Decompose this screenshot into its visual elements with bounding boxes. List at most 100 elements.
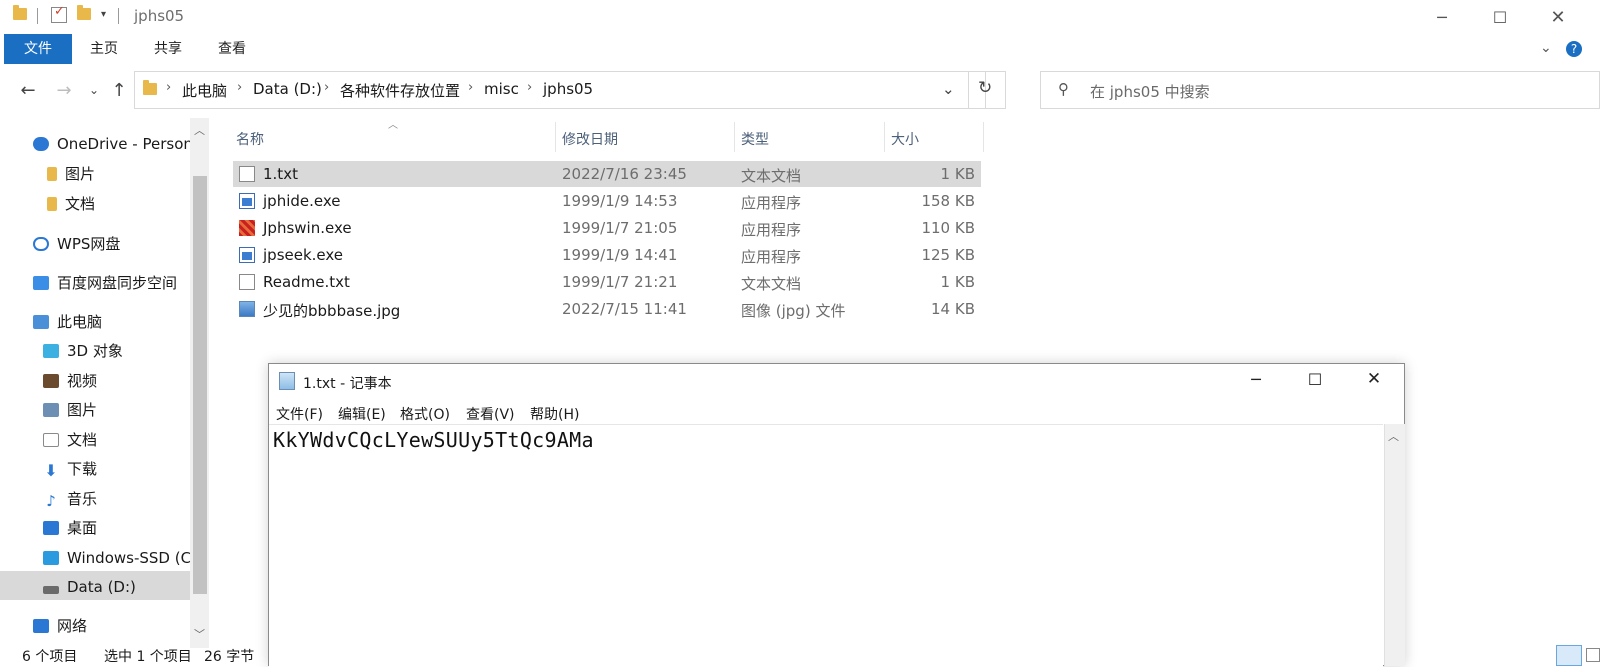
nav-item-label: 网络	[57, 617, 88, 635]
customize-quick-access-icon[interactable]: ▾	[101, 9, 106, 20]
nav-item-label: 文档	[65, 195, 96, 213]
new-folder-icon[interactable]	[77, 5, 91, 22]
exe-icon	[239, 247, 255, 263]
address-dropdown-chevron-icon[interactable]: ⌄	[942, 80, 955, 98]
breadcrumb-this-pc[interactable]: 此电脑	[182, 80, 227, 101]
menu-help[interactable]: 帮助(H)	[530, 404, 579, 424]
column-header-type[interactable]: 类型	[741, 129, 769, 149]
file-row[interactable]: 1.txt 2022/7/16 23:45 文本文档 1 KB	[233, 161, 981, 187]
close-icon[interactable]: ✕	[1345, 364, 1403, 394]
file-name: Readme.txt	[263, 273, 350, 291]
breadcrumb-jphs05[interactable]: jphs05	[543, 80, 593, 98]
nav-item-3d-objects[interactable]: 3D 对象	[43, 338, 123, 364]
minimize-icon[interactable]: ─	[1227, 364, 1285, 394]
computer-icon	[33, 315, 49, 329]
menu-view[interactable]: 查看(V)	[466, 404, 515, 424]
search-placeholder[interactable]: 在 jphs05 中搜索	[1090, 81, 1210, 102]
nav-scrollbar-thumb[interactable]	[193, 176, 207, 594]
chevron-right-icon[interactable]: ›	[468, 80, 473, 95]
window-title: jphs05	[134, 7, 185, 25]
notepad-scrollbar[interactable]	[1384, 424, 1405, 666]
tab-view[interactable]: 查看	[200, 34, 264, 64]
nav-item-wps-cloud[interactable]: WPS网盘	[33, 231, 120, 257]
maximize-icon[interactable]: ☐	[1471, 0, 1529, 34]
scroll-up-arrow-icon[interactable]: ︿	[1388, 428, 1399, 444]
nav-item-onedrive[interactable]: OneDrive - Person	[33, 131, 193, 157]
tab-share[interactable]: 共享	[136, 34, 200, 64]
image-file-icon	[239, 301, 255, 317]
chevron-right-icon[interactable]: ›	[324, 80, 329, 95]
scroll-up-arrow-icon[interactable]: ︿	[194, 122, 205, 138]
file-name: jphide.exe	[263, 192, 341, 210]
large-icons-view-icon[interactable]	[1586, 648, 1600, 662]
column-header-date[interactable]: 修改日期	[562, 129, 618, 149]
menu-edit[interactable]: 编辑(E)	[338, 404, 386, 424]
details-view-icon[interactable]	[1556, 645, 1582, 666]
network-icon	[33, 619, 49, 633]
breadcrumb-misc[interactable]: misc	[484, 80, 519, 98]
maximize-icon[interactable]: ☐	[1286, 364, 1344, 394]
column-divider[interactable]	[555, 122, 556, 152]
menu-format[interactable]: 格式(O)	[400, 404, 450, 424]
file-row[interactable]: jpseek.exe 1999/1/9 14:41 应用程序 125 KB	[233, 242, 981, 268]
breadcrumb-software-folder[interactable]: 各种软件存放位置	[340, 80, 460, 101]
close-icon[interactable]: ✕	[1529, 0, 1587, 34]
chevron-right-icon[interactable]: ›	[166, 80, 171, 95]
nav-item-data-drive[interactable]: Data (D:)	[43, 574, 136, 600]
nav-item-label: 视频	[67, 372, 98, 390]
chevron-right-icon[interactable]: ›	[527, 80, 532, 95]
column-header-size[interactable]: 大小	[891, 129, 919, 149]
tab-file[interactable]: 文件	[4, 34, 72, 64]
help-icon[interactable]: ?	[1566, 41, 1582, 57]
nav-item-documents-onedrive[interactable]: 文档	[47, 191, 95, 217]
refresh-icon[interactable]: ↻	[978, 78, 992, 98]
file-date: 1999/1/9 14:53	[562, 192, 678, 210]
forward-arrow-icon[interactable]: →	[52, 77, 76, 103]
minimize-icon[interactable]: ─	[1413, 0, 1471, 34]
text-file-icon	[239, 274, 255, 290]
notepad-text-area[interactable]	[269, 424, 1383, 667]
nav-item-label: 此电脑	[57, 313, 103, 331]
file-name: 少见的bbbbase.jpg	[263, 302, 401, 320]
nav-item-pictures[interactable]: 图片	[43, 397, 97, 423]
tab-home[interactable]: 主页	[72, 34, 136, 64]
column-divider[interactable]	[734, 122, 735, 152]
nav-item-pictures-onedrive[interactable]: 图片	[47, 161, 95, 187]
nav-item-network[interactable]: 网络	[33, 613, 87, 639]
notepad-icon	[279, 372, 295, 390]
file-type: 应用程序	[741, 248, 802, 266]
back-arrow-icon[interactable]: ←	[16, 77, 40, 103]
nav-item-music[interactable]: ♪ 音乐	[43, 486, 97, 512]
column-header-name[interactable]: 名称	[236, 129, 264, 149]
up-arrow-icon[interactable]: ↑	[107, 77, 131, 103]
nav-item-downloads[interactable]: ⬇ 下载	[43, 456, 97, 482]
file-type: 文本文档	[741, 275, 802, 293]
file-size: 125 KB	[921, 246, 975, 264]
status-item-count: 6 个项目	[22, 649, 78, 665]
column-divider[interactable]	[983, 122, 984, 152]
chevron-down-icon[interactable]: ⌄	[1540, 40, 1552, 56]
nav-item-baidu-sync[interactable]: 百度网盘同步空间	[33, 270, 177, 296]
file-row[interactable]: 少见的bbbbase.jpg 2022/7/15 11:41 图像 (jpg) …	[233, 296, 981, 322]
nav-item-windows-ssd[interactable]: Windows-SSD (C	[43, 545, 191, 571]
exe-icon	[239, 193, 255, 209]
breadcrumb-data-drive[interactable]: Data (D:)	[253, 80, 322, 98]
properties-check-icon[interactable]: ✓	[51, 4, 67, 23]
file-row[interactable]: jphide.exe 1999/1/9 14:53 应用程序 158 KB	[233, 188, 981, 214]
recent-locations-chevron-icon[interactable]: ⌄	[82, 77, 106, 103]
column-divider[interactable]	[884, 122, 885, 152]
nav-item-videos[interactable]: 视频	[43, 368, 97, 394]
file-size: 110 KB	[921, 219, 975, 237]
nav-item-this-pc[interactable]: 此电脑	[33, 309, 102, 335]
file-row[interactable]: Readme.txt 1999/1/7 21:21 文本文档 1 KB	[233, 269, 981, 295]
scroll-down-arrow-icon[interactable]: ﹀	[194, 626, 205, 642]
menu-file[interactable]: 文件(F)	[276, 404, 323, 424]
notepad-content[interactable]: KkYWdvCQcLYewSUUy5TtQc9AMa	[273, 428, 594, 452]
nav-item-desktop[interactable]: 桌面	[43, 515, 97, 541]
file-row[interactable]: Jphswin.exe 1999/1/7 21:05 应用程序 110 KB	[233, 215, 981, 241]
file-size: 14 KB	[931, 300, 975, 318]
file-size: 1 KB	[940, 165, 975, 183]
document-icon	[43, 433, 59, 447]
chevron-right-icon[interactable]: ›	[237, 80, 242, 95]
nav-item-documents[interactable]: 文档	[43, 427, 97, 453]
